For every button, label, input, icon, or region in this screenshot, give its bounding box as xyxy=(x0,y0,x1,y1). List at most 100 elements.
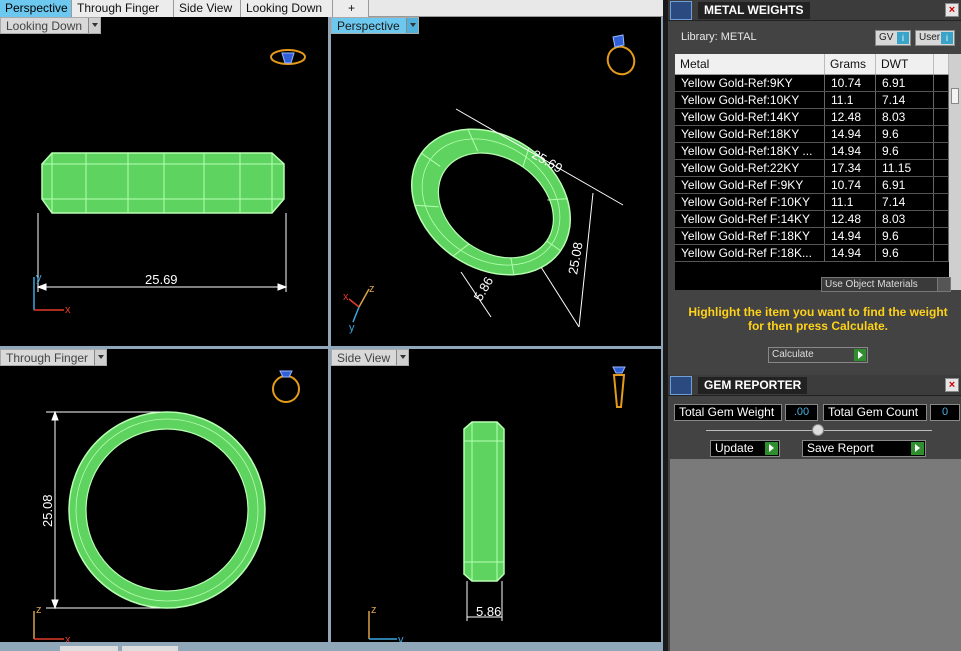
grams-cell: 11.1 xyxy=(825,194,876,210)
axis-gizmo: z x y xyxy=(343,283,375,334)
dimension-label: 5.86 xyxy=(471,274,497,303)
dwt-cell: 8.03 xyxy=(876,211,934,227)
total-gem-weight-value: .00 xyxy=(785,404,818,421)
gem-reporter-panel: Total Gem Weight .00 Total Gem Count 0 U… xyxy=(668,397,961,651)
perspective-canvas: 25.69 25.08 5.86 z x y xyxy=(343,34,636,334)
viewport-side-view[interactable]: Side View 5.86 z y xyxy=(331,349,661,642)
through-finger-canvas: 25.08 z x xyxy=(33,370,300,642)
add-tab-button[interactable]: + xyxy=(333,0,369,17)
grams-cell: 14.94 xyxy=(825,143,876,159)
metal-name-cell: Yellow Gold-Ref:18KY xyxy=(675,126,825,142)
info-icon: i xyxy=(941,32,953,44)
table-row[interactable]: Yellow Gold-Ref:18KY 14.94 9.6 xyxy=(675,126,949,143)
library-label: Library: METAL xyxy=(681,31,757,43)
metal-name-cell: Yellow Gold-Ref:14KY xyxy=(675,109,825,125)
gem-slider-handle[interactable] xyxy=(812,424,824,436)
axis-gizmo: y x xyxy=(33,272,71,316)
metal-weights-hint: Highlight the item you want to find the … xyxy=(688,305,948,333)
metal-table: Metal Grams DWT Yellow Gold-Ref:9KY 10.74… xyxy=(675,54,949,290)
total-gem-count-label: Total Gem Count xyxy=(823,404,927,421)
scroll-thumb[interactable] xyxy=(951,88,959,104)
grams-cell: 10.74 xyxy=(825,75,876,91)
tab-looking-down[interactable]: Looking Down xyxy=(241,0,333,17)
tab-perspective[interactable]: Perspective xyxy=(0,0,72,17)
metal-weights-panel: Library: METAL GV i User i Metal Grams DWT… xyxy=(668,21,961,371)
svg-text:x: x xyxy=(65,304,71,316)
table-row[interactable]: Yellow Gold-Ref F:9KY 10.74 6.91 xyxy=(675,177,949,194)
table-row[interactable]: Yellow Gold-Ref:22KY 17.34 11.15 xyxy=(675,160,949,177)
looking-down-canvas: 25.69 y x xyxy=(33,49,306,316)
dwt-cell: 7.14 xyxy=(876,194,934,210)
calculate-button[interactable]: Calculate xyxy=(768,347,868,363)
use-object-materials-checkbox[interactable]: Use Object Materials xyxy=(821,277,951,292)
dwt-cell: 9.6 xyxy=(876,143,934,159)
scroll-thumb[interactable] xyxy=(122,646,178,651)
svg-text:z: z xyxy=(371,604,377,616)
dwt-cell: 9.6 xyxy=(876,126,934,142)
grams-cell: 14.94 xyxy=(825,126,876,142)
column-header-metal[interactable]: Metal xyxy=(675,54,825,74)
ring-gizmo-icon xyxy=(270,49,306,65)
tab-side-view[interactable]: Side View xyxy=(174,0,241,17)
svg-text:z: z xyxy=(369,283,375,295)
table-header: Metal Grams DWT xyxy=(675,54,949,75)
play-icon xyxy=(765,442,778,455)
metal-weights-header: METAL WEIGHTS × xyxy=(668,0,961,21)
table-row[interactable]: Yellow Gold-Ref F:10KY 11.1 7.14 xyxy=(675,194,949,211)
dwt-cell: 7.14 xyxy=(876,92,934,108)
gv-button[interactable]: GV i xyxy=(875,30,911,46)
gem-reporter-icon xyxy=(670,376,692,395)
gem-reporter-title: GEM REPORTER xyxy=(698,377,808,394)
metal-name-cell: Yellow Gold-Ref:18KY ... xyxy=(675,143,825,159)
scroll-thumb[interactable] xyxy=(60,646,118,651)
table-row[interactable]: Yellow Gold-Ref:9KY 10.74 6.91 xyxy=(675,75,949,92)
metal-name-cell: Yellow Gold-Ref:22KY xyxy=(675,160,825,176)
user-button[interactable]: User i xyxy=(915,30,955,46)
svg-text:z: z xyxy=(36,604,42,616)
total-gem-weight-label: Total Gem Weight xyxy=(674,404,782,421)
metal-name-cell: Yellow Gold-Ref F:9KY xyxy=(675,177,825,193)
column-header-dwt[interactable]: DWT xyxy=(876,54,934,74)
dwt-cell: 6.91 xyxy=(876,177,934,193)
ring-band-top-view xyxy=(41,152,285,214)
ring-band-front-view xyxy=(68,411,266,609)
viewport-looking-down[interactable]: Looking Down 25.69 y x xyxy=(0,17,328,346)
table-row[interactable]: Yellow Gold-Ref F:18KY 14.94 9.6 xyxy=(675,228,949,245)
play-icon xyxy=(911,442,924,455)
svg-text:y: y xyxy=(36,272,42,284)
grams-cell: 11.1 xyxy=(825,92,876,108)
dimension-label: 25.08 xyxy=(565,241,585,276)
gem-report-area xyxy=(670,459,961,651)
ring-gizmo-icon xyxy=(272,370,300,403)
viewport-perspective[interactable]: Perspective 25.69 25.08 5.86 z x y xyxy=(331,17,661,346)
tab-through-finger[interactable]: Through Finger xyxy=(72,0,174,17)
table-row[interactable]: Yellow Gold-Ref F:14KY 12.48 8.03 xyxy=(675,211,949,228)
table-row[interactable]: Yellow Gold-Ref:14KY 12.48 8.03 xyxy=(675,109,949,126)
close-icon[interactable]: × xyxy=(945,3,959,17)
save-report-button[interactable]: Save Report xyxy=(802,440,926,457)
axis-gizmo: z x xyxy=(33,604,71,642)
close-icon[interactable]: × xyxy=(945,378,959,392)
column-header-grams[interactable]: Grams xyxy=(825,54,876,74)
play-icon xyxy=(854,349,866,361)
viewport-through-finger[interactable]: Through Finger 25.08 z x xyxy=(0,349,328,642)
grams-cell: 17.34 xyxy=(825,160,876,176)
info-icon: i xyxy=(897,32,909,44)
table-row[interactable]: Yellow Gold-Ref:10KY 11.1 7.14 xyxy=(675,92,949,109)
dwt-cell: 11.15 xyxy=(876,160,934,176)
table-row[interactable]: Yellow Gold-Ref F:18K... 14.94 9.6 xyxy=(675,245,949,262)
grams-cell: 12.48 xyxy=(825,211,876,227)
update-button[interactable]: Update xyxy=(710,440,780,457)
grams-cell: 14.94 xyxy=(825,245,876,261)
gem-reporter-header: GEM REPORTER × xyxy=(668,375,961,396)
viewport-tab-bar: Perspective Through Finger Side View Loo… xyxy=(0,0,663,17)
dwt-cell: 9.6 xyxy=(876,228,934,244)
svg-text:x: x xyxy=(65,634,71,642)
metal-weights-icon xyxy=(670,1,692,20)
table-row[interactable]: Yellow Gold-Ref:18KY ... 14.94 9.6 xyxy=(675,143,949,160)
svg-text:x: x xyxy=(343,291,349,303)
ring-gizmo-icon xyxy=(606,34,636,76)
table-scrollbar[interactable] xyxy=(949,54,961,290)
checkbox-icon xyxy=(937,278,950,291)
metal-name-cell: Yellow Gold-Ref F:18K... xyxy=(675,245,825,261)
